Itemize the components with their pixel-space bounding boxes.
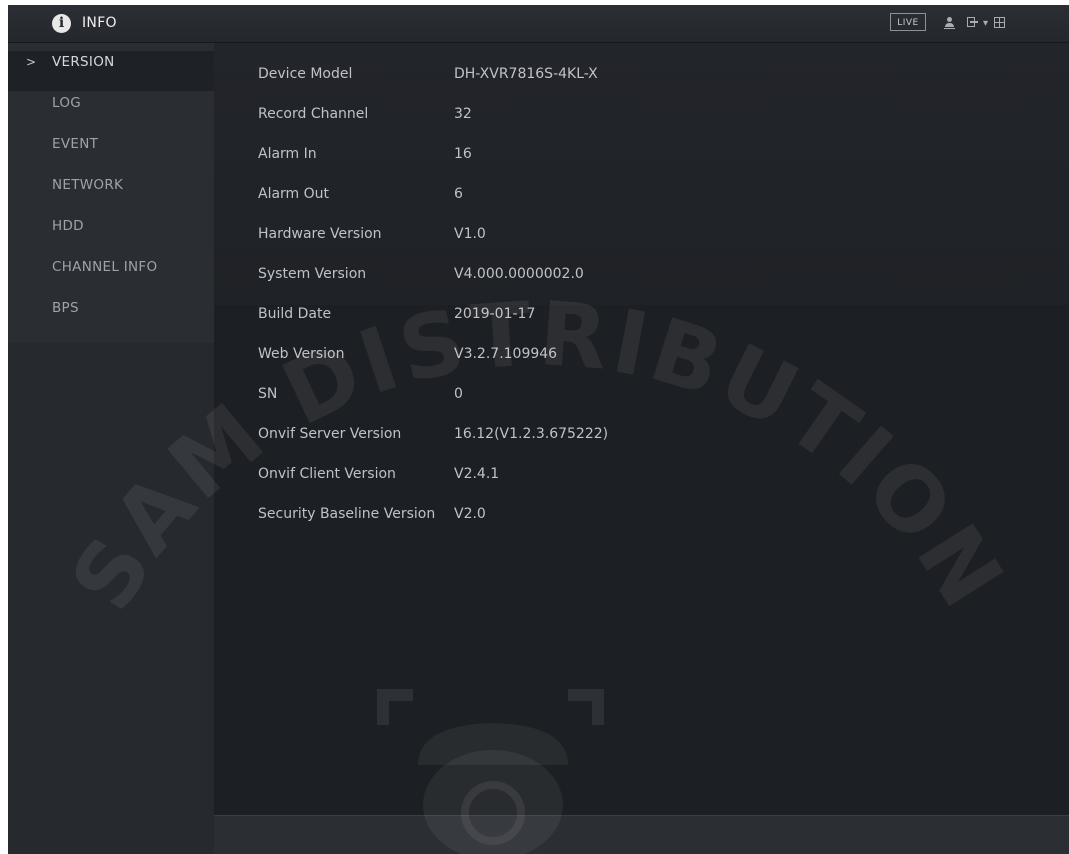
row-value: V1.0 <box>454 226 486 242</box>
sidebar-item-label: BPS <box>52 300 79 316</box>
sidebar-item-label: NETWORK <box>52 177 124 193</box>
sidebar-item-network[interactable]: NETWORK <box>8 174 214 214</box>
row-label: Onvif Server Version <box>258 426 402 442</box>
info-row-web-version: Web Version V3.2.7.109946 <box>258 346 958 368</box>
row-label: Device Model <box>258 66 353 82</box>
sidebar-item-label: LOG <box>52 95 82 111</box>
info-row-hardware-version: Hardware Version V1.0 <box>258 226 958 248</box>
info-row-build-date: Build Date 2019-01-17 <box>258 306 958 328</box>
row-label: SN <box>258 386 278 402</box>
row-value: 2019-01-17 <box>454 306 536 322</box>
info-row-system-version: System Version V4.000.0000002.0 <box>258 266 958 288</box>
info-row-security-baseline-version: Security Baseline Version V2.0 <box>258 506 958 528</box>
sidebar-item-hdd[interactable]: HDD <box>8 215 214 255</box>
info-icon: i <box>52 14 71 33</box>
row-value: V2.0 <box>454 506 486 522</box>
row-label: Web Version <box>258 346 345 362</box>
info-row-onvif-client-version: Onvif Client Version V2.4.1 <box>258 466 958 488</box>
row-label: Alarm In <box>258 146 317 162</box>
info-row-record-channel: Record Channel 32 <box>258 106 958 128</box>
row-label: Build Date <box>258 306 332 322</box>
page-title: INFO <box>82 15 117 31</box>
info-row-sn: SN 0 <box>258 386 958 408</box>
sidebar-item-version[interactable]: > VERSION <box>8 51 214 91</box>
row-value: 16 <box>454 146 472 162</box>
sidebar-item-label: VERSION <box>52 54 115 70</box>
grid-icon[interactable] <box>994 17 1005 28</box>
chevron-down-icon[interactable]: ▾ <box>983 18 988 29</box>
info-row-alarm-in: Alarm In 16 <box>258 146 958 168</box>
row-value: DH-XVR7816S-4KL-X <box>454 66 598 82</box>
chevron-right-icon: > <box>26 55 37 69</box>
row-value: V4.000.0000002.0 <box>454 266 584 282</box>
exit-icon[interactable] <box>967 17 978 29</box>
row-label: Hardware Version <box>258 226 382 242</box>
row-label: Record Channel <box>258 106 369 122</box>
row-value: 6 <box>454 186 463 202</box>
sidebar: > VERSION LOG EVENT NETWORK HDD CHANNEL … <box>8 43 214 854</box>
live-button[interactable]: LIVE <box>890 13 926 31</box>
sidebar-item-log[interactable]: LOG <box>8 92 214 132</box>
sidebar-item-label: CHANNEL INFO <box>52 259 158 275</box>
sidebar-item-event[interactable]: EVENT <box>8 133 214 173</box>
row-label: Alarm Out <box>258 186 330 202</box>
row-label: Security Baseline Version <box>258 506 436 522</box>
row-value: V2.4.1 <box>454 466 500 482</box>
row-value: 16.12(V1.2.3.675222) <box>454 426 609 442</box>
info-row-alarm-out: Alarm Out 6 <box>258 186 958 208</box>
row-label: System Version <box>258 266 367 282</box>
bottom-bar <box>214 815 1069 854</box>
info-row-device-model: Device Model DH-XVR7816S-4KL-X <box>258 66 958 88</box>
top-bar: i INFO LIVE ▾ <box>8 5 1069 43</box>
sidebar-item-channel-info[interactable]: CHANNEL INFO <box>8 256 214 296</box>
row-value: V3.2.7.109946 <box>454 346 558 362</box>
row-value: 32 <box>454 106 472 122</box>
sidebar-item-label: HDD <box>52 218 84 234</box>
info-row-onvif-server-version: Onvif Server Version 16.12(V1.2.3.675222… <box>258 426 958 448</box>
row-value: 0 <box>454 386 463 402</box>
dvr-info-screen: i INFO LIVE ▾ > VERSION LOG EVENT NETWOR… <box>8 5 1069 854</box>
sidebar-item-bps[interactable]: BPS <box>8 297 214 337</box>
sidebar-item-label: EVENT <box>52 136 99 152</box>
version-panel: Device Model DH-XVR7816S-4KL-X Record Ch… <box>214 43 1069 815</box>
row-label: Onvif Client Version <box>258 466 396 482</box>
